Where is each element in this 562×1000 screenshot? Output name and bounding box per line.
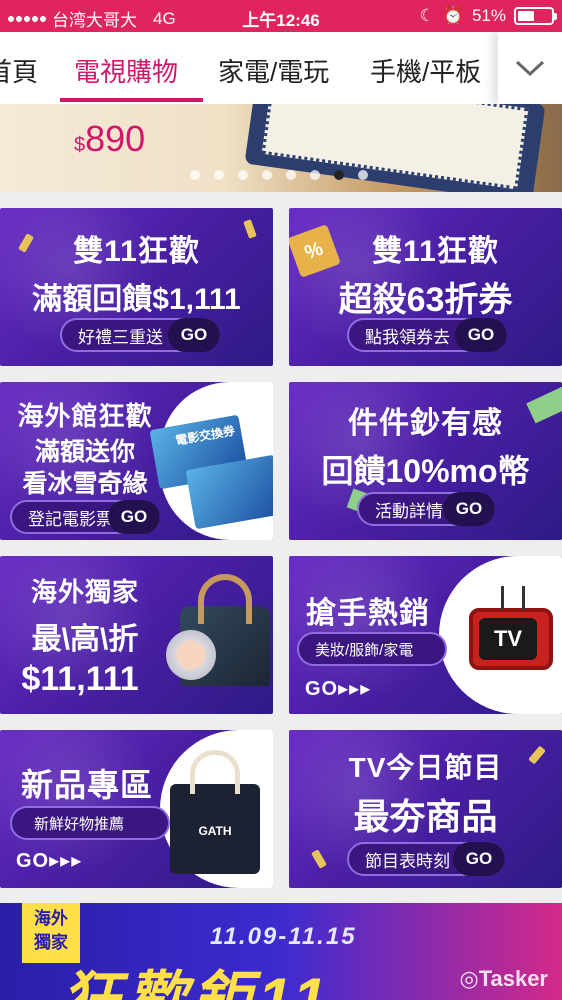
battery-label: 51% (471, 6, 506, 25)
promo-subtitle: 回饋10%mo幣 (321, 453, 530, 489)
button-label: 活動詳情 (375, 501, 443, 521)
promo-title: 新品專區 (20, 767, 153, 803)
promo-card-new-arrivals[interactable]: GATH 新品專區 新鮮好物推薦 GO▸▸▸ (0, 730, 273, 888)
program-schedule-button[interactable]: 節目表時刻 GO (347, 842, 505, 876)
event-dates: 11.09-11.15 (210, 923, 357, 950)
go-link[interactable]: GO▸▸▸ (16, 848, 82, 873)
new-items-button[interactable]: 新鮮好物推薦 (10, 806, 170, 840)
promo-subtitle: 最\高\折 (31, 623, 139, 656)
status-bar: 台湾大哥大 4G 上午12:46 ☾ ⏰ 51% (0, 0, 562, 32)
active-tab-indicator (60, 98, 203, 102)
tv-screen: TV (479, 618, 537, 660)
hero-price: $890 (74, 118, 146, 159)
button-label: 登記電影票 (28, 509, 113, 529)
promo-price: $11,111 (21, 660, 139, 698)
gift-button[interactable]: 好禮三重送 GO (60, 318, 220, 352)
button-label: 點我領券去 (365, 327, 450, 347)
watermark: ◎Tasker (459, 966, 548, 991)
carousel-dots (190, 170, 368, 180)
button-label: 好禮三重送 (78, 327, 163, 347)
go-label: GO (453, 842, 505, 876)
promo-card-overseas-frozen[interactable]: 電影交換券 海外館狂歡 滿額送你 看冰雪奇緣 登記電影票 GO (0, 382, 273, 540)
go-link[interactable]: GO▸▸▸ (305, 676, 371, 701)
battery-icon (514, 7, 557, 25)
promo-subtitle: 超殺63折券 (338, 281, 513, 319)
promo-card-double11-cashback[interactable]: 雙11狂歡 滿額回饋$1,111 好禮三重送 GO (0, 208, 273, 366)
tab-home[interactable]: 首頁 (0, 52, 38, 89)
promo-subtitle-2: 看冰雪奇緣 (22, 470, 148, 498)
moon-icon: ☾ (419, 6, 435, 25)
event-headline: 狂歡鉅11 (60, 966, 333, 1000)
carousel-dot[interactable] (214, 170, 224, 180)
promo-subtitle: 滿額送你 (34, 438, 135, 466)
status-right: ☾ ⏰ 51% (419, 6, 557, 26)
compact-powder-image (166, 630, 216, 680)
go-label: GO (108, 500, 160, 534)
promo-title: 雙11狂歡 (372, 235, 499, 268)
carousel-dot[interactable] (262, 170, 272, 180)
tv-antenna (501, 586, 525, 610)
carousel-dot[interactable] (310, 170, 320, 180)
promo-subtitle: 最夯商品 (353, 796, 498, 837)
promo-title: 件件鈔有感 (348, 407, 503, 440)
promo-card-mo-coin[interactable]: 件件鈔有感 回饋10%mo幣 活動詳情 GO (289, 382, 562, 540)
carousel-dot[interactable] (286, 170, 296, 180)
promo-card-double11-coupon[interactable]: % 雙11狂歡 超殺63折券 點我領券去 GO (289, 208, 562, 366)
activity-details-button[interactable]: 活動詳情 GO (357, 492, 495, 526)
button-label: 美妝/服飾/家電 (315, 641, 414, 659)
carousel-dot[interactable] (190, 170, 200, 180)
chevron-down-icon (515, 60, 545, 77)
tote-bag-image: GATH (170, 784, 260, 874)
tv-icon: TV (469, 608, 553, 670)
category-button[interactable]: 美妝/服飾/家電 (297, 632, 447, 666)
coupon-button[interactable]: 點我領券去 GO (347, 318, 507, 352)
tote-bag-handle (190, 750, 240, 794)
expand-categories-button[interactable] (498, 32, 562, 104)
button-label: 節目表時刻 (365, 851, 450, 871)
promo-title: TV今日節目 (348, 752, 503, 783)
tab-appliances-games[interactable]: 家電/電玩 (218, 52, 329, 89)
carousel-dot[interactable] (238, 170, 248, 180)
carousel-dot[interactable] (358, 170, 368, 180)
battery-fill (518, 11, 534, 21)
button-label: 新鮮好物推薦 (34, 815, 125, 833)
promo-title: 雙11狂歡 (73, 235, 200, 268)
carousel-dot[interactable] (334, 170, 344, 180)
promo-subtitle: 滿額回饋$1,111 (32, 283, 241, 316)
category-tab-bar: 首頁 電視購物 家電/電玩 手機/平板 (0, 32, 562, 104)
promo-card-tv-program[interactable]: TV今日節目 最夯商品 節目表時刻 GO (289, 730, 562, 888)
tab-tv-shopping[interactable]: 電視購物 (74, 52, 178, 89)
tab-phones-tablets[interactable]: 手機/平板 (370, 52, 481, 89)
promo-title: 海外獨家 (30, 577, 139, 607)
handbag-handle (198, 574, 252, 624)
promo-card-overseas-exclusive[interactable]: 海外獨家 最\高\折 $11,111 (0, 556, 273, 714)
go-label: GO (168, 318, 220, 352)
promo-card-hot-sales[interactable]: TV 搶手熱銷 美妝/服飾/家電 GO▸▸▸ (289, 556, 562, 714)
go-label: GO (455, 318, 507, 352)
promo-title: 海外館狂歡 (17, 401, 153, 431)
movie-ticket-button[interactable]: 登記電影票 GO (10, 500, 160, 534)
go-label: GO (443, 492, 495, 526)
confetti (311, 849, 327, 869)
promo-title: 搶手熱銷 (306, 597, 430, 630)
alarm-icon: ⏰ (442, 6, 464, 25)
